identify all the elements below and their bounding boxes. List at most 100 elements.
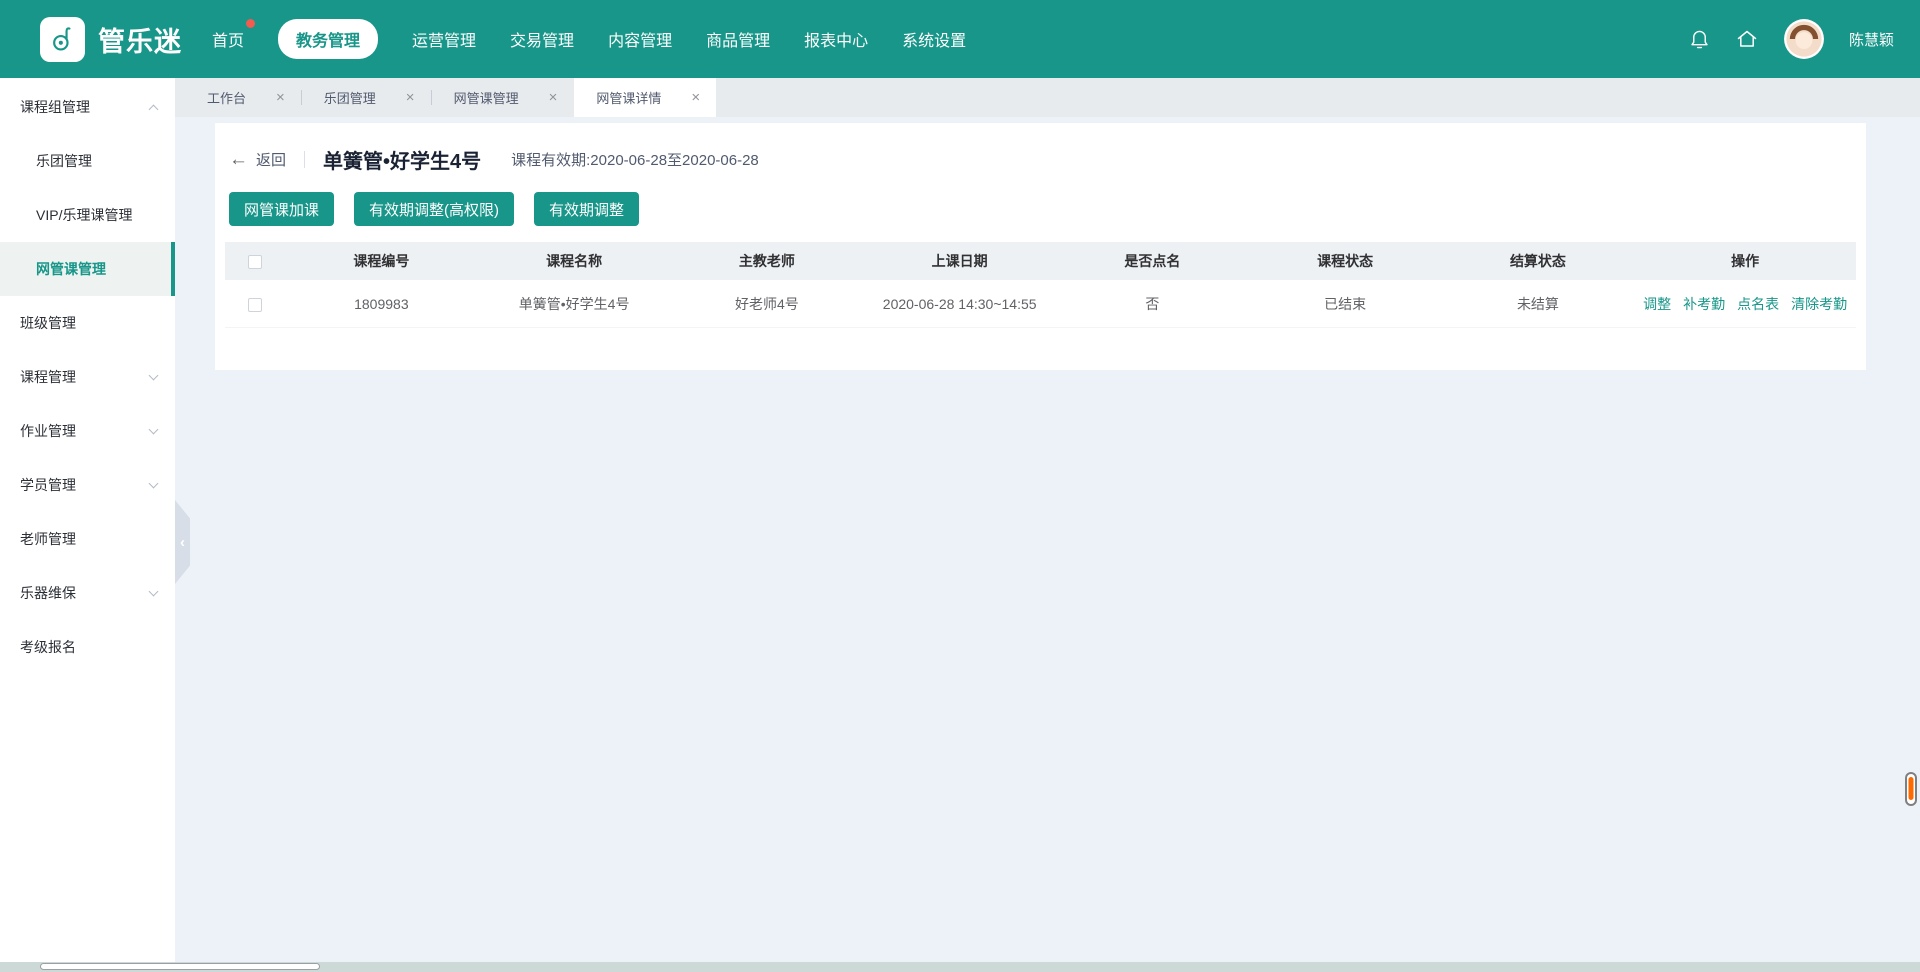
column-header: 上课日期	[863, 251, 1056, 271]
cell-settle-status: 未结算	[1442, 294, 1635, 314]
cell-date: 2020-06-28 14:30~14:55	[863, 296, 1056, 312]
header-right: 陈慧颖	[1688, 18, 1920, 60]
nav-item-label: 内容管理	[608, 33, 672, 50]
tab-bar: 工作台×乐团管理×网管课管理×网管课详情×	[175, 78, 1920, 117]
sidebar-item[interactable]: 班级管理	[0, 296, 175, 350]
sidebar-item[interactable]: 课程组管理	[0, 80, 175, 134]
cell-roll-call: 否	[1056, 294, 1249, 314]
select-all-checkbox[interactable]	[248, 255, 262, 269]
tab-close-icon[interactable]: ×	[549, 90, 558, 105]
back-label: 返回	[256, 149, 286, 170]
row-checkbox-cell	[225, 295, 285, 311]
sidebar-item-label: 班级管理	[20, 313, 76, 333]
sidebar-item[interactable]: 乐器维保	[0, 566, 175, 620]
vertical-scroll-indicator[interactable]	[1905, 772, 1917, 806]
nav-item[interactable]: 商品管理	[706, 19, 770, 59]
sidebar-item[interactable]: 学员管理	[0, 458, 175, 512]
tab-close-icon[interactable]: ×	[276, 90, 285, 105]
sidebar-subitem-label: VIP/乐理课管理	[36, 205, 132, 225]
chevron-down-icon	[149, 370, 159, 380]
action-button-row: 网管课加课有效期调整(高权限) 有效期调整	[225, 192, 1856, 226]
row-action-link[interactable]: 清除考勤	[1791, 294, 1847, 314]
course-validity: 课程有效期:2020-06-28至2020-06-28	[511, 149, 759, 170]
table-body: 1809983单簧管•好学生4号好老师4号2020-06-28 14:30~14…	[225, 280, 1856, 328]
sidebar-subitem[interactable]: VIP/乐理课管理	[0, 188, 175, 242]
row-action-link[interactable]: 补考勤	[1683, 294, 1725, 314]
tab-label: 乐团管理	[324, 88, 376, 107]
nav-item-label: 报表中心	[804, 33, 868, 50]
sidebar-item[interactable]: 课程管理	[0, 350, 175, 404]
chevron-down-icon	[149, 478, 159, 488]
nav-item[interactable]: 系统设置	[902, 19, 966, 59]
row-action-link[interactable]: 调整	[1643, 294, 1671, 314]
nav-item[interactable]: 首页	[212, 19, 244, 59]
tab-label: 工作台	[207, 88, 246, 107]
nav-item-label: 教务管理	[296, 33, 360, 50]
home-icon[interactable]	[1735, 27, 1759, 51]
page-header-row: ← 返回 单簧管•好学生4号 课程有效期:2020-06-28至2020-06-…	[225, 145, 1856, 174]
sidebar-subitem[interactable]: 网管课管理	[0, 242, 175, 296]
bell-icon[interactable]	[1688, 28, 1711, 51]
sidebar-item-label: 考级报名	[20, 637, 76, 657]
header-checkbox-cell	[225, 253, 285, 269]
sidebar-item-label: 课程管理	[20, 367, 76, 387]
cell-course-status: 已结束	[1249, 294, 1442, 314]
brand-name: 管乐迷	[98, 20, 182, 59]
nav-item[interactable]: 运营管理	[412, 19, 476, 59]
column-header: 操作	[1634, 251, 1856, 271]
action-button[interactable]: 有效期调整(高权限)	[354, 192, 514, 226]
notification-dot	[246, 19, 255, 28]
column-header: 课程状态	[1249, 251, 1442, 271]
divider	[304, 151, 305, 168]
chevron-down-icon	[149, 586, 159, 596]
nav-item-label: 交易管理	[510, 33, 574, 50]
column-header: 主教老师	[671, 251, 864, 271]
back-arrow-icon: ←	[229, 150, 248, 169]
sidebar-item[interactable]: 作业管理	[0, 404, 175, 458]
page-title: 单簧管•好学生4号	[323, 145, 481, 174]
vertical-scroll-indicator-fill	[1909, 777, 1914, 800]
detail-card: ← 返回 单簧管•好学生4号 课程有效期:2020-06-28至2020-06-…	[215, 123, 1866, 370]
nav-item[interactable]: 内容管理	[608, 19, 672, 59]
sidebar-item-label: 作业管理	[20, 421, 76, 441]
sidebar-subitem[interactable]: 乐团管理	[0, 134, 175, 188]
chevron-up-icon	[149, 104, 159, 114]
tab-close-icon[interactable]: ×	[691, 90, 700, 105]
horizontal-scrollbar-thumb[interactable]	[40, 963, 320, 970]
sidebar-subitem-label: 网管课管理	[36, 259, 106, 279]
column-header: 结算状态	[1442, 251, 1635, 271]
row-checkbox[interactable]	[248, 298, 262, 312]
cell-course-name: 单簧管•好学生4号	[478, 294, 671, 314]
sidebar-item-label: 学员管理	[20, 475, 76, 495]
sidebar-item[interactable]: 考级报名	[0, 620, 175, 674]
horizontal-scrollbar[interactable]	[0, 962, 1920, 972]
action-button[interactable]: 网管课加课	[229, 192, 334, 226]
tab[interactable]: 网管课详情 ×	[574, 78, 716, 117]
course-table: 课程编号课程名称主教老师上课日期是否点名课程状态结算状态操作 1809983单簧…	[225, 242, 1856, 328]
tab[interactable]: 网管课管理×	[432, 78, 574, 117]
avatar[interactable]	[1783, 18, 1825, 60]
tab[interactable]: 工作台 ×	[185, 78, 301, 117]
row-action-link[interactable]: 点名表	[1737, 294, 1779, 314]
back-button[interactable]: ← 返回	[229, 149, 286, 170]
tab-close-icon[interactable]: ×	[406, 90, 415, 105]
table-header: 课程编号课程名称主教老师上课日期是否点名课程状态结算状态操作	[225, 242, 1856, 280]
user-name[interactable]: 陈慧颖	[1849, 29, 1894, 50]
nav-item-label: 运营管理	[412, 33, 476, 50]
tab[interactable]: 乐团管理 ×	[302, 78, 431, 117]
sidebar-item[interactable]: 老师管理	[0, 512, 175, 566]
nav-item[interactable]: 教务管理	[278, 19, 378, 59]
sidebar-menu: 课程组管理乐团管理 VIP/乐理课管理网管课管理班级管理课程管理作业管理学员管理老…	[0, 80, 175, 674]
brand[interactable]: 管乐迷	[0, 17, 182, 62]
sidebar: 课程组管理乐团管理 VIP/乐理课管理网管课管理班级管理课程管理作业管理学员管理老…	[0, 78, 175, 962]
tab-label: 网管课详情	[596, 88, 661, 107]
top-nav: 首页 教务管理 运营管理 交易管理 内容管理 商品管理 报表中心 系统设置	[212, 19, 966, 59]
app-header: 管乐迷 首页 教务管理 运营管理 交易管理 内容管理 商品管理 报表中心 系统设置 陈慧颖	[0, 0, 1920, 78]
column-header: 课程编号	[285, 251, 478, 271]
action-button[interactable]: 有效期调整	[534, 192, 639, 226]
main-content: ← 返回 单簧管•好学生4号 课程有效期:2020-06-28至2020-06-…	[175, 117, 1920, 972]
sidebar-item-label: 课程组管理	[20, 97, 90, 117]
nav-item[interactable]: 报表中心	[804, 19, 868, 59]
nav-item[interactable]: 交易管理	[510, 19, 574, 59]
sidebar-item-label: 老师管理	[20, 529, 76, 549]
